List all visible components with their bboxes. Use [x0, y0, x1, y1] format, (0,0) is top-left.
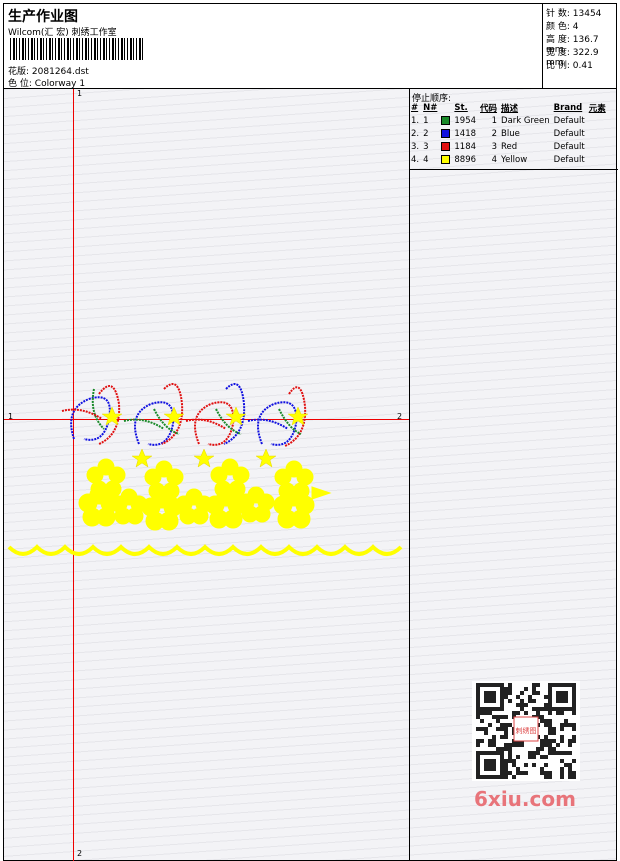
row-description: Red — [501, 141, 518, 152]
stat-colors: 颜 色: 4 — [546, 22, 579, 32]
color-swatch — [441, 114, 454, 127]
row-index: 2. — [411, 128, 420, 139]
row-code: 1 — [491, 115, 498, 126]
page-title: 生产作业图 — [8, 9, 78, 25]
row-brand: Default — [553, 154, 585, 165]
swatch-box — [441, 115, 451, 125]
barcode — [10, 38, 144, 60]
row-stitches: 1418 — [454, 128, 477, 139]
company-name: Wilcom(汇 宏) 刺绣工作室 — [8, 28, 117, 38]
row-code: 4 — [491, 154, 498, 165]
color-sequence-table: # N# St. 代码 描述 Brand 元素 1. 1 1954 1 Dark Gre… — [411, 101, 610, 166]
design-canvas: 1 2 1 2 停止顺序: # N# St. 代码 描述 Brand 元素 1.… — [3, 88, 618, 861]
color-swatch — [441, 127, 454, 140]
row-stitches: 1184 — [454, 141, 477, 152]
stat-stitches: 针 数: 13454 — [546, 9, 602, 19]
col-brand: Brand — [553, 102, 583, 113]
table-row: 2. 2 1418 2 Blue Default — [411, 127, 610, 140]
swatch-box — [441, 154, 451, 164]
row-element — [589, 114, 610, 127]
row-number: 4 — [423, 154, 429, 165]
row-brand: Default — [553, 141, 585, 152]
row-number: 2 — [423, 128, 429, 139]
row-number: 1 — [423, 115, 429, 126]
table-row: 4. 4 8896 4 Yellow Default — [411, 153, 610, 166]
row-index: 3. — [411, 141, 420, 152]
row-element — [589, 127, 610, 140]
table-header-row: # N# St. 代码 描述 Brand 元素 — [411, 101, 610, 114]
row-element — [589, 153, 610, 166]
table-row: 3. 3 1184 3 Red Default — [411, 140, 610, 153]
col-hash: # — [411, 102, 419, 113]
col-swatch — [441, 101, 454, 114]
row-description: Yellow — [501, 154, 528, 165]
qr-badge-text: 刺绣图 — [516, 726, 537, 735]
panel-bottom-rule — [409, 169, 618, 170]
row-brand: Default — [553, 115, 585, 126]
col-n: N# — [423, 102, 438, 113]
color-swatch — [441, 140, 454, 153]
col-stitches: St. — [454, 102, 468, 113]
watermark: 6xiu.com — [474, 787, 576, 811]
header-divider — [542, 4, 543, 90]
stat-scale: 比 例: 0.41 — [546, 61, 593, 71]
row-stitches: 1954 — [454, 115, 477, 126]
col-desc: 描述 — [501, 103, 519, 114]
row-code: 2 — [491, 128, 498, 139]
row-code: 3 — [491, 141, 498, 152]
color-swatch — [441, 153, 454, 166]
col-element: 元素 — [588, 103, 606, 114]
col-code: 代码 — [480, 103, 498, 114]
row-brand: Default — [553, 128, 585, 139]
row-index: 4. — [411, 154, 420, 165]
row-description: Blue — [501, 128, 520, 139]
swatch-box — [441, 128, 451, 138]
header-panel: 生产作业图 Wilcom(汇 宏) 刺绣工作室 花版: 2081264.dst … — [3, 3, 617, 90]
row-index: 1. — [411, 115, 420, 126]
row-number: 3 — [423, 141, 429, 152]
embroidery-design — [7, 383, 403, 556]
row-stitches: 8896 — [454, 154, 477, 165]
row-element — [589, 140, 610, 153]
swatch-box — [441, 141, 451, 151]
row-description: Dark Green — [501, 115, 550, 126]
panel-divider — [409, 89, 410, 861]
table-row: 1. 1 1954 1 Dark Green Default — [411, 114, 610, 127]
